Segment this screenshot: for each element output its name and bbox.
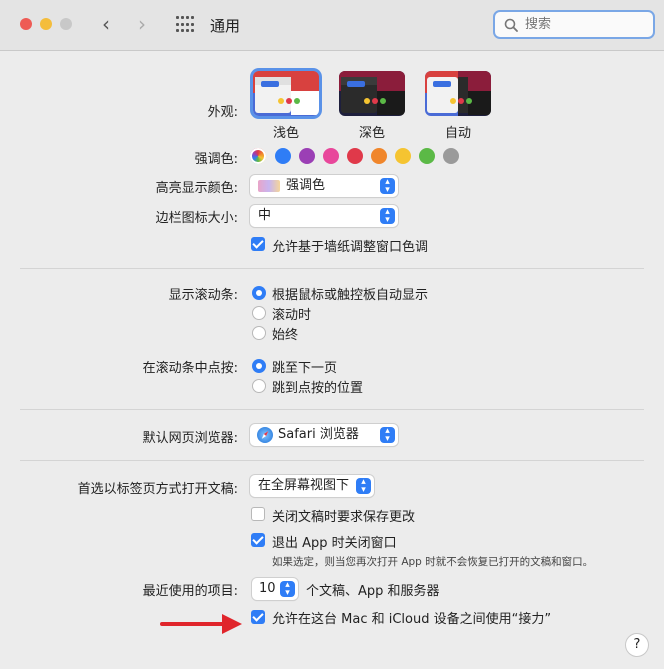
appearance-label: 外观: — [207, 105, 238, 120]
close-window-button[interactable] — [20, 18, 32, 30]
recent-items-popup[interactable]: 10 ▴ ▾ — [252, 578, 298, 600]
prefer-tabs-popup[interactable]: 在全屏幕视图下 ▴ ▾ — [250, 475, 374, 497]
accent-color-label: 强调色: — [194, 152, 238, 167]
recent-items-suffix: 个文稿、App 和服务器 — [306, 584, 440, 599]
highlight-color-label: 高亮显示颜色: — [155, 181, 238, 196]
prefer-tabs-label: 首选以标签页方式打开文稿: — [77, 482, 238, 497]
close-windows-checkbox[interactable] — [251, 533, 265, 547]
appearance-dark-thumbnail[interactable] — [339, 71, 405, 116]
scroll-click-next-page-radio[interactable] — [252, 359, 266, 373]
appearance-auto-label: 自动 — [444, 126, 471, 141]
accent-purple-swatch[interactable] — [299, 148, 315, 164]
search-input[interactable] — [523, 16, 647, 33]
scrollbars-always-radio[interactable] — [252, 326, 266, 340]
default-browser-label: 默认网页浏览器: — [142, 431, 238, 446]
forward-button[interactable]: › — [138, 12, 146, 36]
safari-icon — [257, 427, 273, 443]
accent-yellow-swatch[interactable] — [395, 148, 411, 164]
highlight-color-popup[interactable]: 强调色 ▴ ▾ — [250, 175, 398, 197]
popup-chevron-icon: ▴ ▾ — [280, 581, 295, 598]
wallpaper-tint-checkbox[interactable] — [251, 237, 265, 251]
help-button[interactable]: ? — [626, 634, 648, 656]
show-all-grid-icon[interactable] — [176, 16, 194, 34]
title-bar: ‹ › 通用 — [0, 0, 664, 51]
show-scrollbars-label: 显示滚动条: — [168, 288, 238, 303]
close-windows-note: 如果选定，则当您再次打开 App 时就不会恢复已打开的文稿和窗口。 — [272, 556, 594, 568]
ask-save-checkbox[interactable] — [251, 507, 265, 521]
accent-graphite-swatch[interactable] — [443, 148, 459, 164]
zoom-window-button[interactable] — [60, 18, 72, 30]
scrollbar-click-label: 在滚动条中点按: — [142, 361, 238, 376]
scroll-click-spot-radio[interactable] — [252, 379, 266, 393]
default-browser-value: Safari 浏览器 — [278, 427, 359, 442]
popup-chevron-icon: ▴ ▾ — [356, 478, 371, 495]
appearance-light-label: 浅色 — [272, 126, 299, 141]
divider — [20, 460, 644, 461]
scrollbars-scrolling-label: 滚动时 — [272, 308, 312, 323]
ask-save-label: 关闭文稿时要求保存更改 — [272, 510, 416, 525]
red-arrow-annotation — [160, 614, 242, 634]
popup-chevron-icon: ▴ ▾ — [380, 427, 395, 444]
sidebar-icon-size-popup[interactable]: 中 ▴ ▾ — [250, 205, 398, 227]
accent-green-swatch[interactable] — [419, 148, 435, 164]
sidebar-icon-size-value: 中 — [258, 208, 272, 223]
highlight-color-value: 强调色 — [286, 178, 326, 193]
appearance-dark-label: 深色 — [358, 126, 385, 141]
accent-multicolor-swatch[interactable] — [250, 148, 266, 164]
search-field[interactable] — [493, 10, 655, 39]
handoff-label: 允许在这台 Mac 和 iCloud 设备之间使用“接力” — [272, 612, 552, 627]
search-icon — [504, 18, 518, 32]
accent-orange-swatch[interactable] — [371, 148, 387, 164]
accent-pink-swatch[interactable] — [323, 148, 339, 164]
accent-red-swatch[interactable] — [347, 148, 363, 164]
divider — [20, 268, 644, 269]
scrollbars-auto-label: 根据鼠标或触控板自动显示 — [272, 288, 429, 303]
minimize-window-button[interactable] — [40, 18, 52, 30]
scrollbars-auto-radio[interactable] — [252, 286, 266, 300]
scrollbars-scrolling-radio[interactable] — [252, 306, 266, 320]
wallpaper-tint-label: 允许基于墙纸调整窗口色调 — [272, 240, 429, 255]
scroll-click-next-page-label: 跳至下一页 — [272, 361, 338, 376]
accent-blue-swatch[interactable] — [275, 148, 291, 164]
highlight-color-sample — [258, 180, 280, 192]
popup-chevron-icon: ▴ ▾ — [380, 178, 395, 195]
recent-items-value: 10 — [259, 581, 276, 596]
appearance-auto-thumbnail[interactable] — [425, 71, 491, 116]
prefer-tabs-value: 在全屏幕视图下 — [258, 478, 350, 493]
scroll-click-spot-label: 跳到点按的位置 — [272, 381, 364, 396]
back-button[interactable]: ‹ — [102, 12, 110, 36]
divider — [20, 409, 644, 410]
window-title: 通用 — [210, 17, 241, 35]
default-browser-popup[interactable]: Safari 浏览器 ▴ ▾ — [250, 424, 398, 446]
recent-items-label: 最近使用的项目: — [142, 584, 238, 599]
close-windows-label: 退出 App 时关闭窗口 — [272, 536, 397, 551]
sidebar-icon-size-label: 边栏图标大小: — [155, 211, 238, 226]
scrollbars-always-label: 始终 — [272, 328, 299, 343]
popup-chevron-icon: ▴ ▾ — [380, 208, 395, 225]
appearance-light-thumbnail[interactable] — [253, 71, 319, 116]
handoff-checkbox[interactable] — [251, 610, 265, 624]
